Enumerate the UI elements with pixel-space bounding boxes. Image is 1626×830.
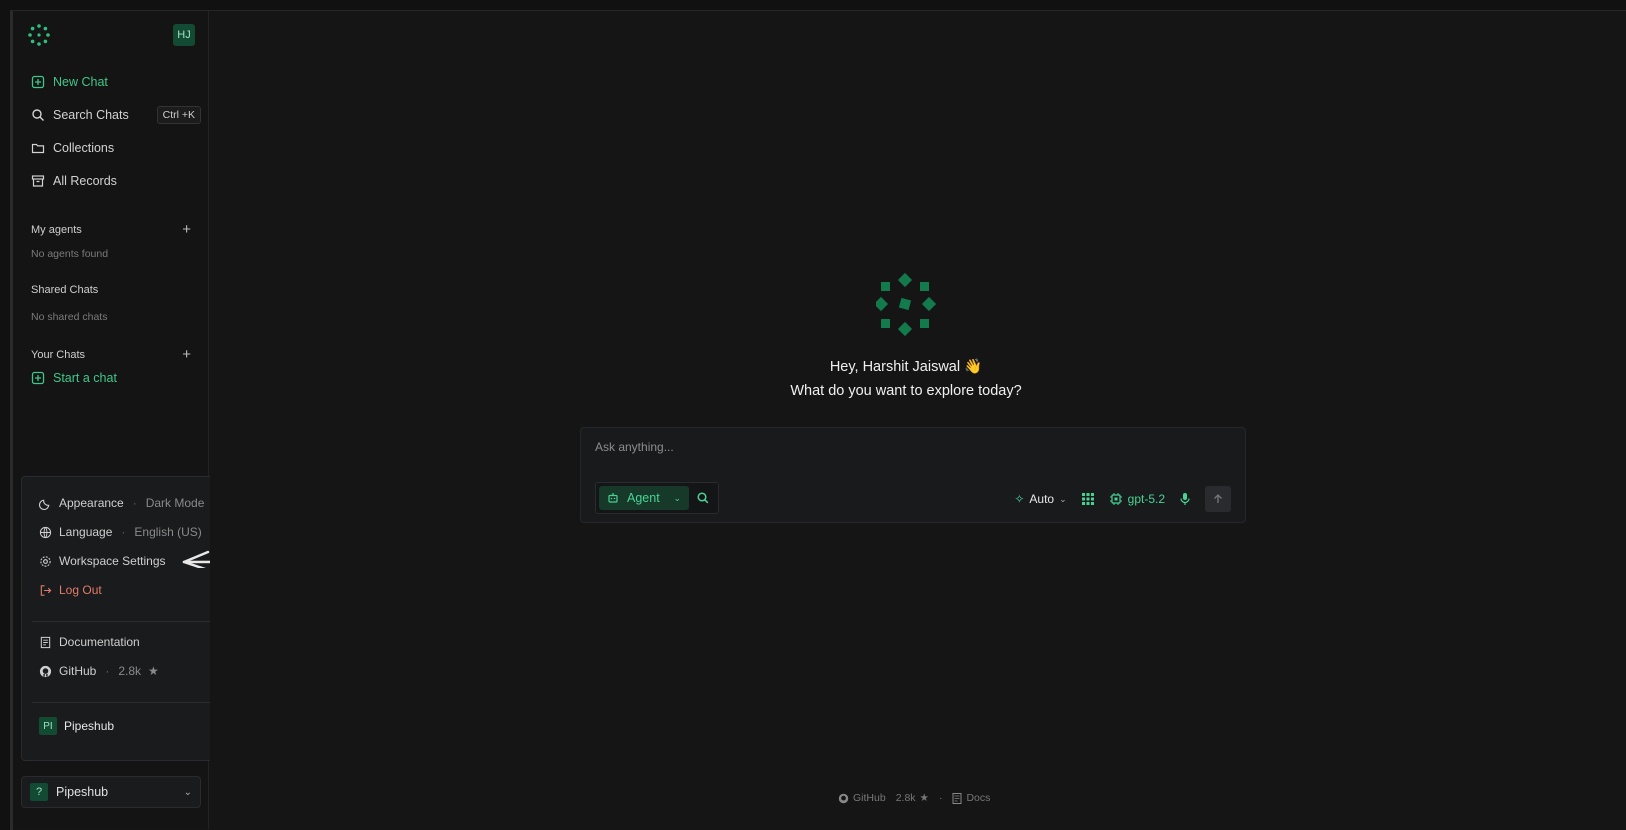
- composer-tools: ✧ Auto ⌄ gpt-5.2: [1014, 486, 1231, 512]
- chevron-down-icon: ⌄: [183, 786, 192, 798]
- workspace-settings-label: Workspace Settings: [59, 554, 166, 568]
- separator-dot: ·: [121, 525, 126, 539]
- greeting-title: Hey, Harshit Jaiswal 👋: [829, 359, 983, 375]
- separator-dot: ·: [938, 792, 943, 804]
- sparkle-icon: ✧: [1014, 492, 1025, 506]
- github-stars: 2.8k: [118, 664, 142, 678]
- moon-icon: [39, 499, 50, 510]
- footer-docs-label: Docs: [966, 792, 991, 804]
- footer-docs-link[interactable]: Docs: [952, 792, 990, 804]
- start-chat-label: Start a chat: [53, 371, 117, 385]
- search-chats-label: Search Chats: [53, 108, 129, 122]
- new-chat-icon: [31, 75, 45, 89]
- chevron-down-icon: ⌄: [1059, 493, 1067, 504]
- chevron-down-icon: ⌄: [673, 492, 681, 503]
- your-chats-label: Your Chats: [31, 348, 86, 361]
- mode-selector: Agent ⌄: [595, 482, 719, 514]
- workspace-name: Pipeshub: [56, 785, 109, 799]
- chip-icon: [1109, 493, 1122, 505]
- microphone-icon[interactable]: [1179, 492, 1191, 506]
- agent-mode-label: Agent: [627, 491, 660, 505]
- language-value: English (US): [134, 525, 202, 539]
- appearance-value: Dark Mode: [145, 496, 205, 510]
- send-button[interactable]: [1205, 486, 1231, 512]
- footer-github-link[interactable]: GitHub: [838, 792, 886, 804]
- page-footer: GitHub 2.8k ★ · Docs: [838, 792, 990, 804]
- org-name: Pipeshub: [64, 719, 115, 733]
- apps-grid-icon[interactable]: [1081, 492, 1095, 506]
- org-badge: PI: [39, 717, 57, 735]
- no-shared-chats-text: No shared chats: [31, 311, 108, 323]
- new-chat-button[interactable]: New Chat: [31, 70, 201, 94]
- github-label: GitHub: [59, 664, 97, 678]
- appearance-label: Appearance: [59, 496, 124, 510]
- search-icon: [32, 109, 44, 121]
- shared-chats-label: Shared Chats: [31, 284, 99, 296]
- user-avatar[interactable]: HJ: [173, 24, 195, 46]
- separator-dot: ·: [132, 496, 137, 510]
- auto-selector[interactable]: ✧ Auto ⌄: [1014, 492, 1066, 506]
- search-mode-icon[interactable]: [696, 491, 710, 505]
- search-chats-button[interactable]: Search Chats Ctrl +K: [31, 103, 201, 127]
- pipeshub-logo-icon[interactable]: [27, 23, 51, 47]
- collections-label: Collections: [53, 141, 115, 155]
- agent-mode-button[interactable]: Agent ⌄: [599, 486, 689, 510]
- logout-label: Log Out: [59, 583, 102, 597]
- new-chat-label: New Chat: [53, 75, 108, 89]
- language-label: Language: [59, 525, 113, 539]
- all-records-label: All Records: [53, 174, 117, 188]
- github-icon: [838, 793, 849, 803]
- star-icon: ★: [919, 792, 929, 804]
- no-agents-text: No agents found: [31, 248, 109, 260]
- footer-github-label: GitHub: [853, 792, 886, 804]
- github-icon: [39, 665, 52, 677]
- collections-button[interactable]: Collections: [31, 136, 201, 160]
- search-shortcut-badge: Ctrl +K: [156, 106, 201, 124]
- all-records-button[interactable]: All Records: [31, 169, 201, 193]
- shared-chats-header: Shared Chats: [31, 284, 191, 296]
- robot-icon: [608, 493, 618, 503]
- my-agents-header: My agents +: [31, 221, 191, 238]
- document-icon: [952, 792, 962, 804]
- gear-icon: [40, 555, 51, 567]
- archive-icon: [31, 175, 45, 187]
- footer-stars-count: 2.8k: [895, 792, 916, 804]
- start-chat-button[interactable]: Start a chat: [31, 366, 201, 390]
- your-chats-header: Your Chats +: [31, 346, 191, 363]
- model-selector[interactable]: gpt-5.2: [1109, 492, 1165, 506]
- star-icon: ★: [148, 664, 159, 678]
- separator-dot: ·: [105, 664, 110, 678]
- start-chat-icon: [31, 371, 45, 385]
- greeting: Hey, Harshit Jaiswal 👋 What do you want …: [700, 355, 1112, 403]
- folder-icon: [31, 143, 45, 154]
- add-chat-icon[interactable]: +: [182, 346, 191, 363]
- pipeshub-large-logo-icon: [876, 272, 936, 337]
- footer-stars: 2.8k ★: [896, 792, 929, 804]
- chat-composer[interactable]: Ask anything... Agent ⌄ ✧ Auto ⌄ gpt-5.2: [580, 427, 1246, 523]
- globe-icon: [39, 526, 52, 538]
- workspace-switcher[interactable]: ? Pipeshub ⌄: [21, 776, 201, 808]
- auto-label: Auto: [1029, 492, 1055, 506]
- add-agent-icon[interactable]: +: [182, 221, 191, 238]
- documentation-label: Documentation: [59, 635, 140, 649]
- greeting-subtitle: What do you want to explore today?: [790, 383, 1022, 399]
- my-agents-label: My agents: [31, 223, 82, 236]
- logout-icon: [40, 584, 52, 596]
- workspace-badge: ?: [30, 783, 48, 801]
- model-label: gpt-5.2: [1127, 492, 1165, 506]
- document-icon: [40, 636, 51, 648]
- arrow-up-icon: [1214, 494, 1222, 503]
- main-area: [210, 11, 1626, 830]
- chat-input-placeholder[interactable]: Ask anything...: [595, 440, 674, 454]
